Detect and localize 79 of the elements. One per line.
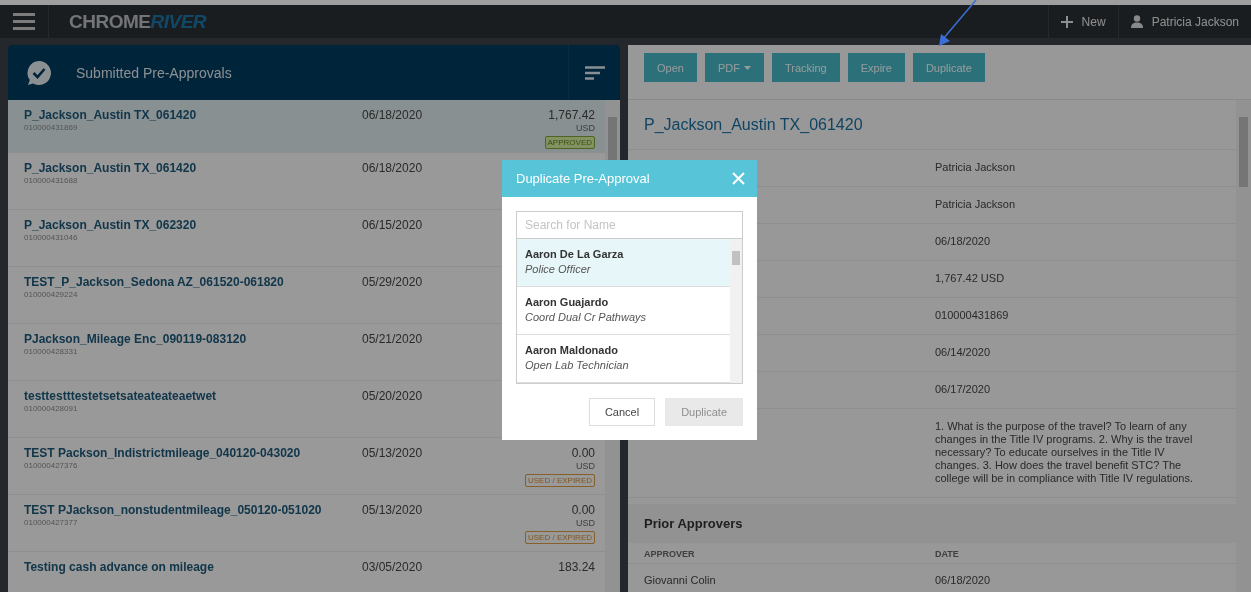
column-header: APPROVER (644, 549, 696, 559)
item-name: Testing cash advance on mileage (24, 560, 215, 574)
item-amount: 0.00 (571, 503, 595, 517)
list-item[interactable]: P_Jackson_Austin TX_061420 010000431688 (24, 161, 362, 209)
item-name: PJackson_Mileage Enc_090119-083120 (24, 332, 248, 346)
item-id: 010000427376 (24, 461, 79, 470)
list-item[interactable]: TEST Packson_Indistrictmileage_040120-043020 010000427376 (24, 446, 362, 494)
item-name: testtestttestetsetsateateateaetwet (24, 389, 218, 403)
item-date: 05/20/2020 (362, 389, 424, 403)
item-date: 05/13/2020 (362, 503, 424, 517)
check-bubble-icon (26, 59, 52, 86)
item-date: 03/05/2020 (362, 560, 424, 574)
item-date: 05/29/2020 (362, 275, 424, 289)
item-date: 05/21/2020 (362, 332, 424, 346)
field-value: 1. What is the purpose of the travel? To learn of any changes in the Title IV programs. 2. Why is the travel necessary? To educate ourselves in the Title IV changes. 3. How does the travel benefit STC? The college will be in compliance with Title IV regulations. (935, 420, 1195, 485)
search-field[interactable]: Search for Name (516, 211, 743, 239)
dialog-title: Duplicate Pre-Approval (516, 171, 650, 186)
list-item[interactable]: testtestttestetsetsateateateaetwet 010000428091 (24, 389, 362, 437)
field-value: 010000431869 (935, 309, 1010, 322)
scrollbar[interactable] (730, 239, 742, 383)
item-currency: USD (576, 123, 595, 133)
field-value: 06/17/2020 (935, 383, 992, 396)
item-name: TEST_P_Jackson_Sedona AZ_061520-061820 (24, 275, 285, 289)
column-header: DATE (935, 549, 960, 559)
list-item[interactable]: TEST_P_Jackson_Sedona AZ_061520-061820 010000429224 (24, 275, 362, 323)
person-role: Open Lab Technician (525, 359, 630, 371)
panel-title: Submitted Pre-Approvals (76, 64, 232, 81)
person-name: Aaron Maldonado (525, 344, 619, 356)
plus-icon (1060, 15, 1073, 28)
list-item[interactable]: PJackson_Mileage Enc_090119-083120 010000428331 (24, 332, 362, 380)
item-currency: USD (576, 518, 595, 528)
person-item[interactable]: Aaron De La Garza Police Officer (517, 239, 730, 287)
status-badge: APPROVED (544, 136, 595, 149)
item-amount: 1,767.42 (548, 108, 595, 122)
caret-icon (743, 65, 751, 70)
section-title: Prior Approvers (628, 504, 1236, 543)
field-value: 06/18/2020 (935, 235, 992, 248)
dialog-button[interactable]: Cancel (588, 398, 656, 426)
field-value: Patricia Jackson (935, 161, 1017, 174)
status-badge: USED / EXPIRED (525, 531, 595, 544)
person-role: Police Officer (525, 263, 592, 275)
list-item[interactable]: Testing cash advance on mileage (24, 560, 362, 592)
item-name: P_Jackson_Austin TX_061420 (24, 161, 198, 175)
user-icon (1130, 15, 1143, 28)
item-name: TEST Packson_Indistrictmileage_040120-043020 (24, 446, 302, 460)
item-amount: 183.24 (558, 560, 595, 574)
detail-title: P_Jackson_Austin TX_061420 (628, 100, 1236, 150)
table-cell-text: 06/18/2020 (935, 574, 992, 586)
item-id: 010000428331 (24, 347, 79, 356)
item-name: TEST PJackson_nonstudentmileage_050120-051020 (24, 503, 323, 517)
item-date: 06/15/2020 (362, 218, 424, 232)
scrollbar[interactable] (1236, 100, 1251, 592)
item-id: 010000428091 (24, 404, 79, 413)
table-cell-text: Giovanni Colin (644, 574, 717, 586)
item-id: 010000429224 (24, 290, 79, 299)
list-item[interactable]: TEST PJackson_nonstudentmileage_050120-051020 010000427377 (24, 503, 362, 551)
item-id: 010000431046 (24, 233, 79, 242)
field-value: Patricia Jackson (935, 198, 1017, 211)
item-id: 010000431688 (24, 176, 79, 185)
list-item[interactable]: P_Jackson_Austin TX_062320 010000431046 (24, 218, 362, 266)
item-name: P_Jackson_Austin TX_061420 (24, 108, 198, 122)
person-role: Coord Dual Cr Pathways (525, 311, 648, 323)
item-date: 05/13/2020 (362, 446, 424, 460)
arrow-annotation (936, 0, 978, 46)
close-icon (732, 172, 745, 185)
logo: CHROMERIVER (69, 10, 207, 33)
item-date: 06/18/2020 (362, 108, 424, 122)
item-amount: 0.00 (571, 446, 595, 460)
item-id: 010000427377 (24, 518, 79, 527)
person-name: Aaron Guajardo (525, 296, 610, 308)
field-value: 1,767.42 USD (935, 272, 1006, 285)
item-currency: USD (576, 461, 595, 471)
person-name: Aaron De La Garza (525, 248, 625, 260)
item-name: P_Jackson_Austin TX_062320 (24, 218, 198, 232)
status-badge: USED / EXPIRED (525, 474, 595, 487)
item-date: 06/18/2020 (362, 161, 424, 175)
field-value: 06/14/2020 (935, 346, 992, 359)
sort-icon (584, 65, 605, 80)
close-button[interactable] (732, 172, 745, 185)
